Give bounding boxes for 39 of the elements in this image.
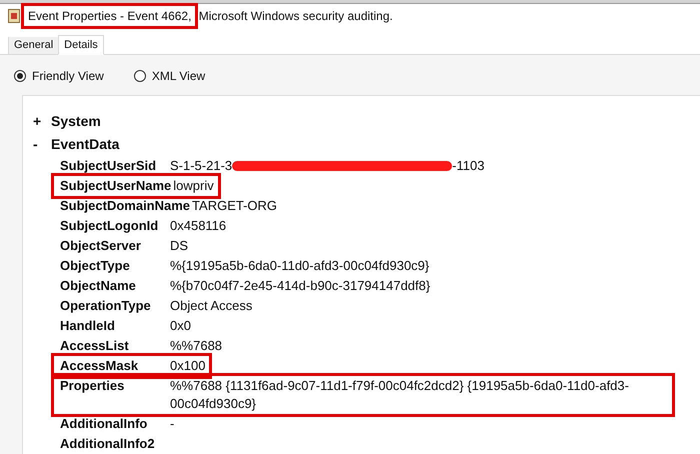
tree-node-label: System xyxy=(51,112,101,131)
field-name: SubjectUserSid xyxy=(60,157,158,175)
field-name: SubjectLogonId xyxy=(60,217,160,235)
field-value: 0x458116 xyxy=(170,217,226,235)
tree-node-label: EventData xyxy=(51,135,120,154)
field-value: DS xyxy=(170,237,188,255)
tree-toggle[interactable]: + xyxy=(33,111,51,132)
window-title: Microsoft Windows security auditing. xyxy=(198,8,393,25)
field-value: %{19195a5b-6da0-11d0-afd3-00c04fd930c9} xyxy=(170,257,430,275)
field-name: SubjectUserName xyxy=(60,177,172,195)
field-name: ObjectType xyxy=(60,257,131,275)
window-title: Event Properties - Event 4662, xyxy=(24,6,196,26)
field-name: HandleId xyxy=(60,317,116,335)
field-name: Properties xyxy=(60,377,126,395)
field-value: Object Access xyxy=(170,297,252,315)
field-name: SubjectDomainName xyxy=(60,197,192,215)
tab[interactable]: General xyxy=(8,37,58,54)
field-name: AccessMask xyxy=(60,357,140,375)
field-value: %{b70c04f7-2e45-414d-b90c-31794147ddf8} xyxy=(170,277,430,295)
event-viewer-icon xyxy=(8,8,20,23)
tree-toggle[interactable]: - xyxy=(33,134,51,155)
field-value: %%7688 xyxy=(170,337,222,355)
field-name: AdditionalInfo2 xyxy=(60,435,156,453)
field-name: AccessList xyxy=(60,337,130,355)
field-value: %%7688 {1131f6ad-9c07-11d1-f79f-00c04fc2dcd2} {19195a5b-6da0-11d0-afd3-00c04fd930c9} xyxy=(170,377,630,413)
field-value: - xyxy=(170,415,174,433)
field-value: 0x0 xyxy=(170,317,191,335)
radio-option[interactable]: XML View xyxy=(134,67,206,85)
field-value: 0x100 xyxy=(170,357,206,375)
field-name: AdditionalInfo xyxy=(60,415,148,433)
field-name: ObjectServer xyxy=(60,237,142,255)
field-name: OperationType xyxy=(60,297,152,315)
field-value: lowpriv xyxy=(173,177,214,195)
field-value: S-1-5-21-3 xyxy=(170,157,232,175)
radio-option[interactable]: Friendly View xyxy=(14,67,104,85)
field-name: ObjectName xyxy=(60,277,137,295)
field-value: -1103 xyxy=(452,157,484,175)
tab[interactable]: Details xyxy=(58,35,104,55)
field-value: TARGET-ORG xyxy=(192,197,278,215)
